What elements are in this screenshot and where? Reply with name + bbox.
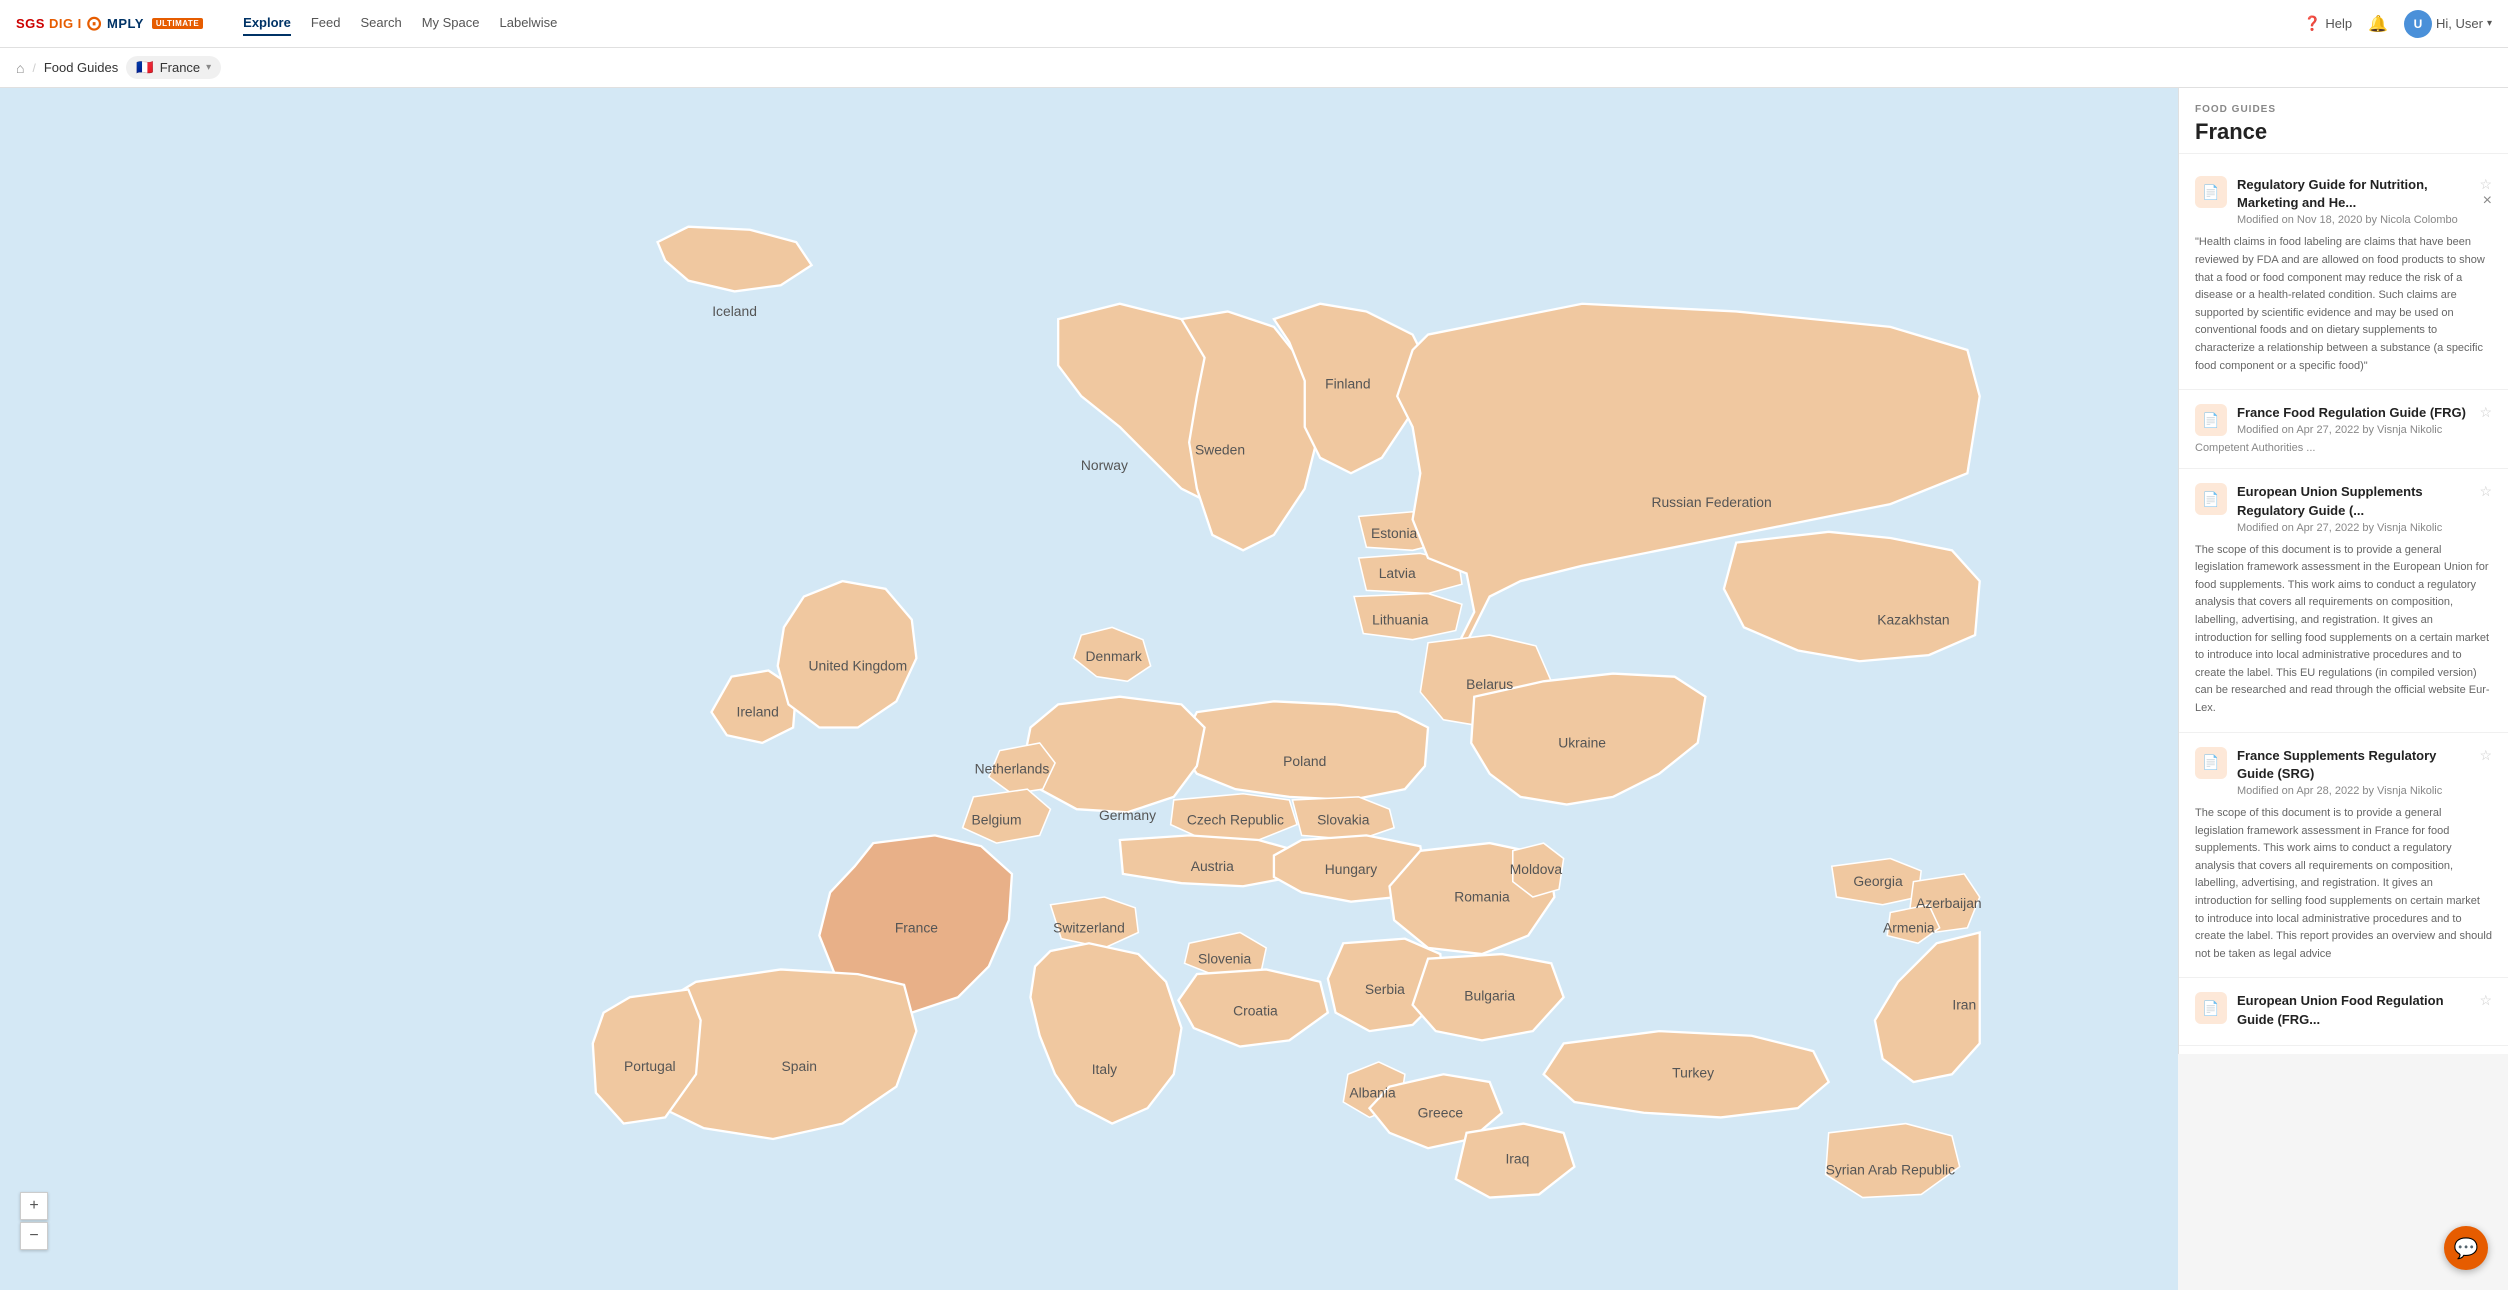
card-1-star-icon[interactable]: ☆ — [2479, 176, 2492, 193]
user-avatar: U — [2404, 10, 2432, 38]
document-icon: 📄 — [2202, 184, 2219, 201]
panel-header: FOOD GUIDES France — [2179, 88, 2508, 154]
logo-sgs: SGS — [16, 16, 45, 31]
france-flag-icon: 🇫🇷 — [136, 59, 153, 76]
right-panel: FOOD GUIDES France × 📄 Regulatory Guide … — [2178, 88, 2508, 1054]
home-icon[interactable]: ⌂ — [16, 60, 24, 76]
panel-section-label: FOOD GUIDES — [2195, 104, 2492, 115]
card-2-star-icon[interactable]: ☆ — [2479, 404, 2492, 421]
country-georgia[interactable] — [1832, 859, 1921, 905]
card-2-meta: France Food Regulation Guide (FRG) Modif… — [2237, 404, 2469, 436]
europe-map: Iceland Norway Sweden Finland Estonia La… — [0, 88, 2178, 1290]
card-4-icon: 📄 — [2195, 747, 2227, 779]
card-5-title: European Union Food Regulation Guide (FR… — [2237, 992, 2469, 1028]
card-2-modified: Modified on Apr 27, 2022 by Visnja Nikol… — [2237, 424, 2469, 436]
document-icon-4: 📄 — [2202, 754, 2219, 771]
logo-comply-text: MPLY — [107, 16, 144, 31]
guide-card-5[interactable]: 📄 European Union Food Regulation Guide (… — [2179, 978, 2508, 1045]
country-chevron-icon: ▾ — [206, 62, 211, 73]
nav-links: Explore Feed Search My Space Labelwise — [243, 11, 557, 36]
card-3-star-icon[interactable]: ☆ — [2479, 483, 2492, 500]
card-3-modified: Modified on Apr 27, 2022 by Visnja Nikol… — [2237, 522, 2469, 534]
logo-o: I — [78, 16, 82, 31]
card-5-icon: 📄 — [2195, 992, 2227, 1024]
guide-card-3[interactable]: 📄 European Union Supplements Regulatory … — [2179, 469, 2508, 732]
country-lithuania[interactable] — [1354, 593, 1462, 639]
breadcrumb-country-selector[interactable]: 🇫🇷 France ▾ — [126, 56, 221, 79]
card-2-title: France Food Regulation Guide (FRG) — [2237, 404, 2469, 422]
help-label: Help — [2325, 16, 2352, 31]
guide-card-1[interactable]: 📄 Regulatory Guide for Nutrition, Market… — [2179, 162, 2508, 390]
card-1-title: Regulatory Guide for Nutrition, Marketin… — [2237, 176, 2469, 212]
card-3-description: The scope of this document is to provide… — [2195, 542, 2492, 718]
card-4-description: The scope of this document is to provide… — [2195, 805, 2492, 963]
card-1-icon: 📄 — [2195, 176, 2227, 208]
map-area[interactable]: Iceland Norway Sweden Finland Estonia La… — [0, 88, 2178, 1290]
top-navigation: SGS DIG I ⊙ MPLY ULTIMATE Explore Feed Sear… — [0, 0, 2508, 48]
card-1-header: 📄 Regulatory Guide for Nutrition, Market… — [2195, 176, 2492, 226]
country-austria[interactable] — [1120, 835, 1297, 886]
nav-feed[interactable]: Feed — [311, 11, 341, 36]
logo-icon: ⊙ — [86, 11, 103, 36]
user-label: Hi, User — [2436, 16, 2483, 31]
chat-icon: 💬 — [2454, 1236, 2479, 1261]
guide-card-2[interactable]: 📄 France Food Regulation Guide (FRG) Mod… — [2179, 390, 2508, 469]
main-content: Iceland Norway Sweden Finland Estonia La… — [0, 88, 2508, 1290]
logo-badge: ULTIMATE — [152, 18, 203, 29]
card-2-header: 📄 France Food Regulation Guide (FRG) Mod… — [2195, 404, 2492, 436]
nav-right: ❓ Help 🔔 U Hi, User ▾ — [2304, 10, 2492, 38]
card-4-meta: France Supplements Regulatory Guide (SRG… — [2237, 747, 2469, 797]
card-2-icon: 📄 — [2195, 404, 2227, 436]
card-3-header: 📄 European Union Supplements Regulatory … — [2195, 483, 2492, 533]
help-button[interactable]: ❓ Help — [2304, 15, 2352, 32]
question-icon: ❓ — [2304, 15, 2321, 32]
guides-list: 📄 Regulatory Guide for Nutrition, Market… — [2179, 154, 2508, 1054]
card-5-header: 📄 European Union Food Regulation Guide (… — [2195, 992, 2492, 1030]
chat-bubble-button[interactable]: 💬 — [2444, 1226, 2488, 1270]
user-chevron-icon: ▾ — [2487, 18, 2492, 29]
app-logo: SGS DIG I ⊙ MPLY ULTIMATE — [16, 11, 203, 36]
card-1-description: "Health claims in food labeling are clai… — [2195, 234, 2492, 375]
card-5-meta: European Union Food Regulation Guide (FR… — [2237, 992, 2469, 1030]
breadcrumb-separator: / — [32, 61, 35, 75]
breadcrumb: ⌂ / Food Guides 🇫🇷 France ▾ — [0, 48, 2508, 88]
panel-wrapper: FOOD GUIDES France × 📄 Regulatory Guide … — [2178, 88, 2508, 1290]
card-4-modified: Modified on Apr 28, 2022 by Visnja Nikol… — [2237, 785, 2469, 797]
card-5-star-icon[interactable]: ☆ — [2479, 992, 2492, 1009]
card-3-meta: European Union Supplements Regulatory Gu… — [2237, 483, 2469, 533]
document-icon-5: 📄 — [2202, 1000, 2219, 1017]
panel-country-title: France — [2195, 119, 2492, 145]
card-2-tag: Competent Authorities ... — [2195, 442, 2492, 454]
nav-labelwise[interactable]: Labelwise — [500, 11, 558, 36]
nav-explore[interactable]: Explore — [243, 11, 291, 36]
panel-close-button[interactable]: × — [2483, 192, 2492, 210]
document-icon-3: 📄 — [2202, 491, 2219, 508]
nav-search[interactable]: Search — [360, 11, 401, 36]
card-4-header: 📄 France Supplements Regulatory Guide (S… — [2195, 747, 2492, 797]
breadcrumb-country-label: France — [160, 60, 200, 75]
zoom-out-button[interactable]: − — [20, 1222, 48, 1250]
card-1-modified: Modified on Nov 18, 2020 by Nicola Colom… — [2237, 214, 2469, 226]
logo-circle: DIG — [49, 16, 74, 31]
card-3-title: European Union Supplements Regulatory Gu… — [2237, 483, 2469, 519]
card-1-meta: Regulatory Guide for Nutrition, Marketin… — [2237, 176, 2469, 226]
breadcrumb-food-guides[interactable]: Food Guides — [44, 60, 118, 75]
document-icon-2: 📄 — [2202, 412, 2219, 429]
nav-myspace[interactable]: My Space — [422, 11, 480, 36]
card-3-icon: 📄 — [2195, 483, 2227, 515]
map-controls: + − — [20, 1192, 48, 1250]
country-turkey[interactable] — [1544, 1031, 1829, 1117]
guide-card-4[interactable]: 📄 France Supplements Regulatory Guide (S… — [2179, 733, 2508, 979]
card-4-star-icon[interactable]: ☆ — [2479, 747, 2492, 764]
zoom-in-button[interactable]: + — [20, 1192, 48, 1220]
card-4-title: France Supplements Regulatory Guide (SRG… — [2237, 747, 2469, 783]
notification-bell-icon[interactable]: 🔔 — [2368, 14, 2388, 34]
user-menu[interactable]: U Hi, User ▾ — [2404, 10, 2492, 38]
